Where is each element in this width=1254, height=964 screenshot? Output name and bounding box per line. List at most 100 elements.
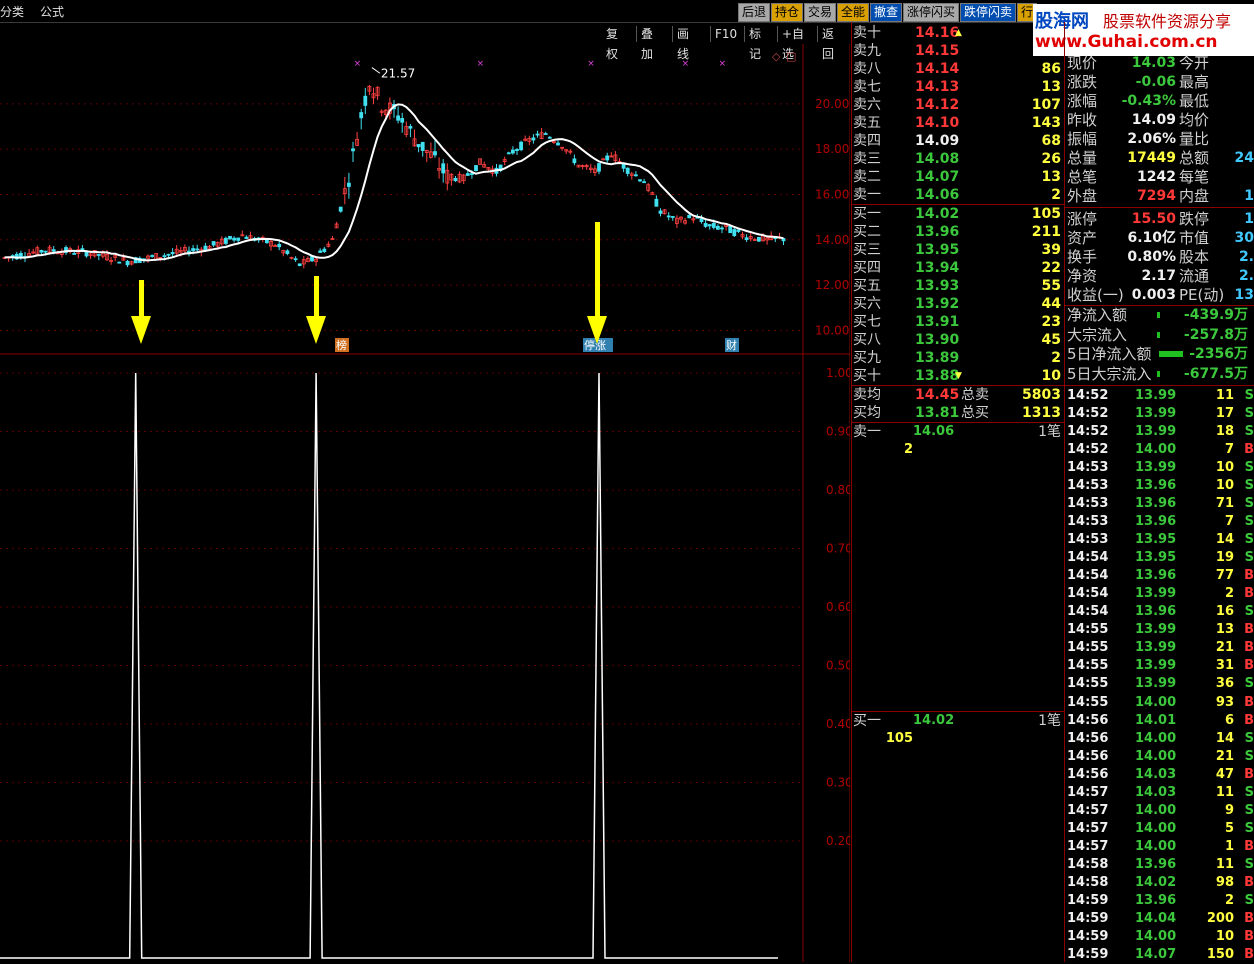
toolbar-button-5[interactable]: 涨停闪买 bbox=[903, 3, 960, 22]
sell-level-row[interactable]: 卖九 14.15 bbox=[853, 42, 1061, 60]
tick-row[interactable]: 14:52 13.99 18 S bbox=[1067, 423, 1254, 441]
tick-row[interactable]: 14:57 14.00 5 S bbox=[1067, 820, 1254, 838]
buy-level-row[interactable]: 买十 13.88 ▼ 10 bbox=[853, 367, 1061, 385]
tick-volume: 2 bbox=[1224, 586, 1234, 602]
toolbar-button-0[interactable]: 后退 bbox=[738, 3, 771, 22]
chart-tool-6[interactable]: 返回 bbox=[822, 24, 834, 61]
buy-level-row[interactable]: 买六 13.92 44 bbox=[853, 295, 1061, 313]
tick-row[interactable]: 14:54 13.96 77 B bbox=[1067, 567, 1254, 585]
candle-body bbox=[687, 214, 692, 219]
tick-row[interactable]: 14:56 14.01 6 B bbox=[1067, 712, 1254, 730]
tick-row[interactable]: 14:59 13.96 2 S bbox=[1067, 892, 1254, 910]
candles-group bbox=[2, 84, 786, 269]
candle-body bbox=[469, 173, 474, 175]
tick-row[interactable]: 14:53 13.95 14 S bbox=[1067, 531, 1254, 549]
sell-level-row[interactable]: 卖八 14.14 86 bbox=[853, 60, 1061, 78]
tick-row[interactable]: 14:52 13.99 17 S bbox=[1067, 405, 1254, 423]
toolbar-button-6[interactable]: 跌停闪卖 bbox=[960, 3, 1017, 22]
tick-row[interactable]: 14:54 13.95 19 S bbox=[1067, 549, 1254, 567]
candle-body bbox=[170, 252, 175, 255]
queue-row-queue_buy[interactable]: 买一 14.02 1笔 bbox=[853, 712, 1061, 730]
buy-level-row[interactable]: 买九 13.89 2 bbox=[853, 349, 1061, 367]
sell-level-row[interactable]: 卖七 14.13 13 bbox=[853, 78, 1061, 96]
tick-row[interactable]: 14:55 13.99 31 B bbox=[1067, 657, 1254, 675]
toolbar-button-1[interactable]: 持仓 bbox=[771, 3, 804, 22]
candle-body bbox=[732, 229, 737, 237]
tick-row[interactable]: 14:57 14.03 11 S bbox=[1067, 784, 1254, 802]
tick-time: 14:52 bbox=[1067, 388, 1109, 403]
tick-price: 13.99 bbox=[1135, 424, 1177, 440]
yellow-arrow-icon bbox=[306, 276, 326, 344]
chart-tool-4[interactable]: 标记 bbox=[749, 24, 761, 61]
tick-row[interactable]: 14:58 13.96 11 S bbox=[1067, 856, 1254, 874]
candle-body bbox=[297, 263, 302, 267]
sell-level-row[interactable]: 卖一 14.06 2 bbox=[853, 186, 1061, 204]
event-x-marker: × bbox=[477, 59, 485, 69]
sell-level-row[interactable]: 卖三 14.08 26 bbox=[853, 150, 1061, 168]
buy-level-row[interactable]: 买八 13.90 45 bbox=[853, 331, 1061, 349]
site-logo: 股海网 股票软件资源分享 www.Guhai.com.cn bbox=[1033, 4, 1254, 56]
level-price: 14.10 bbox=[915, 115, 960, 131]
tick-row[interactable]: 14:53 13.96 10 S bbox=[1067, 477, 1254, 495]
chart-tool-2[interactable]: 画线 bbox=[677, 24, 689, 61]
tick-row[interactable]: 14:56 14.03 47 B bbox=[1067, 766, 1254, 784]
tick-row[interactable]: 14:56 14.00 14 S bbox=[1067, 730, 1254, 748]
tick-row[interactable]: 14:59 14.00 10 B bbox=[1067, 928, 1254, 946]
stat-label: 涨停 bbox=[1067, 210, 1098, 228]
tick-row[interactable]: 14:52 14.00 7 B bbox=[1067, 441, 1254, 459]
tick-row[interactable]: 14:58 14.02 98 B bbox=[1067, 874, 1254, 892]
event-x-marker: × bbox=[682, 59, 690, 69]
flow-bar bbox=[1159, 351, 1183, 357]
candle-body bbox=[474, 165, 478, 172]
buy-level-row[interactable]: 买二 13.96 211 bbox=[853, 223, 1061, 241]
level-label: 卖十 bbox=[853, 25, 881, 41]
sell-level-row[interactable]: 卖二 14.07 13 bbox=[853, 168, 1061, 186]
sell-level-row[interactable]: 卖五 14.10 143 bbox=[853, 114, 1061, 132]
kline-chart-area[interactable]: 20.00 18.00 16.00 14.00 12.00 10.00 21.57 × × × × ×… bbox=[0, 44, 850, 962]
tick-time: 14:55 bbox=[1067, 694, 1109, 710]
tick-row[interactable]: 14:54 13.99 2 B bbox=[1067, 585, 1254, 603]
toolbar-button-2[interactable]: 交易 bbox=[804, 3, 837, 22]
chart-tool-1[interactable]: 叠加 bbox=[641, 24, 653, 61]
tick-row[interactable]: 14:55 13.99 13 B bbox=[1067, 621, 1254, 639]
tick-row[interactable]: 14:59 14.07 150 B bbox=[1067, 946, 1254, 964]
level-label: 买四 bbox=[853, 260, 881, 276]
tick-volume: 16 bbox=[1215, 604, 1234, 620]
tick-price: 14.03 bbox=[1135, 784, 1177, 800]
candle-body bbox=[531, 137, 536, 141]
buy-level-row[interactable]: 买三 13.95 39 bbox=[853, 241, 1061, 259]
tick-row[interactable]: 14:59 14.04 200 B bbox=[1067, 910, 1254, 928]
tick-row[interactable]: 14:53 13.99 10 S bbox=[1067, 459, 1254, 477]
buy-level-row[interactable]: 买七 13.91 23 bbox=[853, 313, 1061, 331]
chart-tool-3[interactable]: F10 bbox=[715, 24, 737, 44]
tick-row[interactable]: 14:57 14.00 1 B bbox=[1067, 838, 1254, 856]
candle-body bbox=[744, 237, 749, 241]
moving-average-line bbox=[4, 103, 784, 262]
tick-side: B bbox=[1244, 442, 1254, 458]
sell-level-row[interactable]: 卖四 14.09 68 bbox=[853, 132, 1061, 150]
tick-row[interactable]: 14:55 13.99 36 S bbox=[1067, 675, 1254, 693]
tick-row[interactable]: 14:53 13.96 7 S bbox=[1067, 513, 1254, 531]
toolbar-button-4[interactable]: 撤查 bbox=[870, 3, 903, 22]
tick-row[interactable]: 14:56 14.00 21 S bbox=[1067, 748, 1254, 766]
chart-tool-0[interactable]: 复权 bbox=[606, 24, 618, 61]
queue-row-queue_sell[interactable]: 卖一 14.06 1笔 bbox=[853, 423, 1061, 441]
buy-level-row[interactable]: 买五 13.93 55 bbox=[853, 277, 1061, 295]
sell-level-row[interactable]: 卖十 14.16 ▲ bbox=[853, 24, 1061, 42]
chart-tool-5[interactable]: +自选 bbox=[782, 24, 804, 61]
tick-row[interactable]: 14:53 13.96 71 S bbox=[1067, 495, 1254, 513]
candle-body bbox=[277, 243, 282, 248]
tick-row[interactable]: 14:54 13.96 16 S bbox=[1067, 603, 1254, 621]
tick-row[interactable]: 14:57 14.00 9 S bbox=[1067, 802, 1254, 820]
menu-formula[interactable]: 公式 bbox=[40, 3, 64, 20]
tick-row[interactable]: 14:52 13.99 11 S bbox=[1067, 387, 1254, 405]
toolbar-button-3[interactable]: 全能 bbox=[837, 3, 870, 22]
buy-level-row[interactable]: 买一 14.02 105 bbox=[853, 205, 1061, 223]
tick-row[interactable]: 14:55 14.00 93 B bbox=[1067, 694, 1254, 712]
menu-classify[interactable]: 分类 bbox=[0, 3, 24, 20]
yellow-arrow-icon bbox=[131, 280, 151, 344]
tick-row[interactable]: 14:55 13.99 21 B bbox=[1067, 639, 1254, 657]
level-volume: 26 bbox=[1041, 151, 1061, 167]
buy-level-row[interactable]: 买四 13.94 22 bbox=[853, 259, 1061, 277]
sell-level-row[interactable]: 卖六 14.12 107 bbox=[853, 96, 1061, 114]
